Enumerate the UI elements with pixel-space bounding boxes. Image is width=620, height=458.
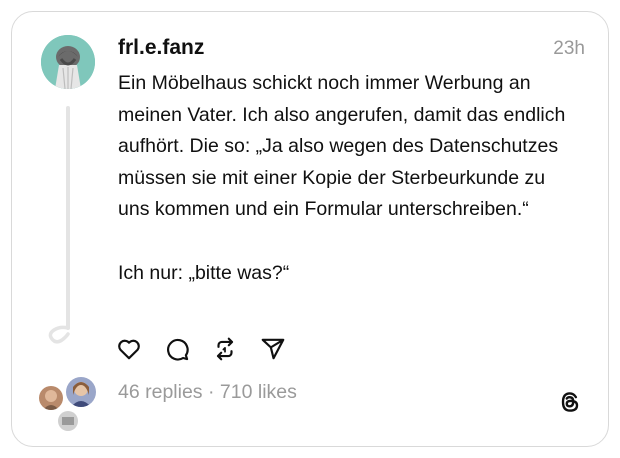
author-username[interactable]: frl.e.fanz — [118, 36, 204, 60]
post-paragraph: Ein Möbelhaus schickt noch immer Werbung… — [118, 72, 566, 221]
thread-line — [66, 106, 70, 330]
post-timestamp: 23h — [553, 38, 585, 59]
heart-icon[interactable] — [116, 336, 142, 362]
author-avatar[interactable] — [41, 35, 95, 89]
post-body: Ein Möbelhaus schickt noch immer Werbung… — [118, 68, 578, 289]
stats-separator: · — [202, 381, 220, 403]
comment-icon[interactable] — [164, 336, 190, 362]
repost-icon[interactable] — [212, 336, 238, 362]
replier-avatar[interactable] — [66, 377, 96, 407]
post-stats: 46 replies · 710 likes — [118, 381, 297, 404]
likes-count[interactable]: 710 likes — [220, 381, 297, 403]
replier-avatar[interactable] — [58, 411, 78, 431]
thread-curl-icon — [48, 325, 70, 344]
post-paragraph: Ich nur: „bitte was?“ — [118, 261, 290, 284]
replies-count[interactable]: 46 replies — [118, 381, 203, 403]
threads-logo-icon[interactable] — [557, 388, 583, 416]
share-icon[interactable] — [260, 336, 286, 362]
replier-avatar[interactable] — [39, 386, 63, 410]
